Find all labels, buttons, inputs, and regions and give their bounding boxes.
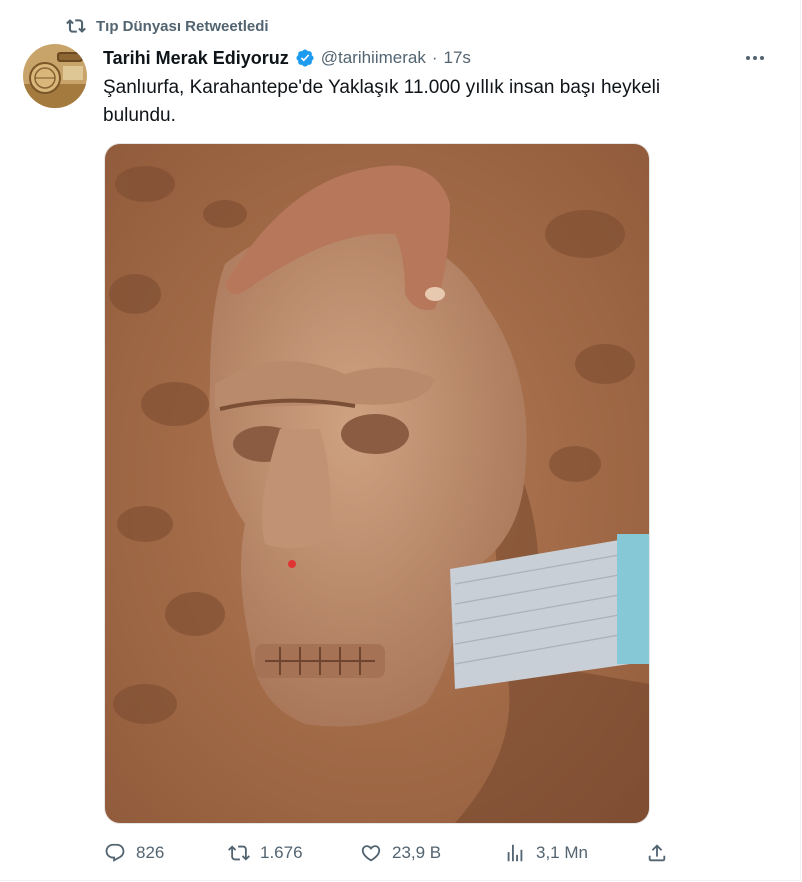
more-options-button[interactable] — [740, 46, 770, 70]
avatar[interactable] — [23, 44, 87, 108]
more-icon-dot — [760, 56, 764, 60]
like-count: 23,9 B — [392, 843, 442, 862]
tweet-actions: 826 1.676 23,9 B 3,1 Mn — [104, 840, 666, 868]
avatar-image — [23, 44, 87, 108]
retweet-button[interactable]: 1.676 — [228, 842, 303, 864]
views-button[interactable]: 3,1 Mn — [504, 842, 588, 864]
timestamp[interactable]: 17s — [444, 48, 471, 68]
retweet-icon — [228, 845, 250, 861]
heart-icon — [361, 845, 381, 862]
tweet-card[interactable]: Tıp Dünyası Retweetledi Tarihi Merak Edi… — [0, 0, 801, 881]
stone-head-photo — [105, 144, 649, 823]
views-count: 3,1 Mn — [536, 843, 588, 862]
views-icon — [507, 844, 523, 862]
reply-button[interactable]: 826 — [104, 842, 164, 864]
share-button[interactable] — [646, 842, 668, 864]
tweet-text: Şanlıurfa, Karahantepe'de Yaklaşık 11.00… — [103, 77, 661, 126]
retweet-label[interactable]: Tıp Dünyası Retweetledi — [96, 18, 269, 35]
separator-dot: · — [431, 48, 438, 67]
author-name[interactable]: Tarihi Merak Ediyoruz — [103, 48, 289, 69]
retweet-icon — [66, 19, 86, 33]
retweet-banner[interactable]: Tıp Dünyası Retweetledi — [66, 14, 269, 38]
reply-icon — [105, 843, 125, 862]
author-handle[interactable]: @tarihiimerak — [321, 48, 426, 68]
more-icon-dot — [746, 56, 750, 60]
verified-badge-icon — [296, 49, 314, 67]
more-icon-dot — [753, 56, 757, 60]
retweet-count: 1.676 — [260, 843, 303, 862]
share-icon — [648, 844, 666, 862]
reply-count: 826 — [136, 843, 165, 862]
tweet-header: Tarihi Merak Ediyoruz @tarihiimerak · 17… — [103, 46, 770, 70]
like-button[interactable]: 23,9 B — [360, 842, 441, 864]
tweet-media[interactable] — [104, 143, 650, 824]
